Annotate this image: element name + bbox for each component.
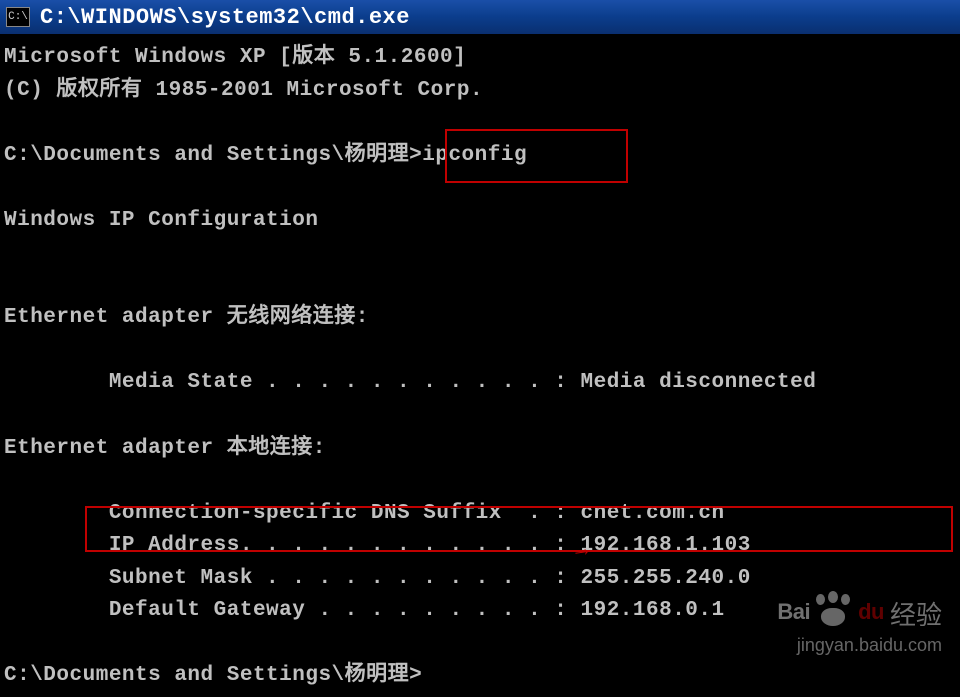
terminal-line: (C) 版权所有 1985-2001 Microsoft Corp. — [4, 75, 956, 108]
terminal-line — [4, 335, 956, 368]
terminal-line — [4, 237, 956, 270]
terminal-line — [4, 107, 956, 140]
terminal-line: C:\Documents and Settings\杨明理>ipconfig — [4, 140, 956, 173]
terminal-line — [4, 465, 956, 498]
cmd-icon: C:\ — [6, 7, 30, 27]
baidu-logo-text: Bai du — [777, 594, 884, 632]
window-titlebar[interactable]: C:\ C:\WINDOWS\system32\cmd.exe — [0, 0, 960, 34]
terminal-line: Ethernet adapter 本地连接: — [4, 433, 956, 466]
terminal-line: IP Address. . . . . . . . . . . . : 192.… — [4, 530, 956, 563]
terminal-line: Microsoft Windows XP [版本 5.1.2600] — [4, 42, 956, 75]
watermark-cn-text: 经验 — [890, 595, 942, 632]
terminal-line — [4, 172, 956, 205]
terminal-line: Ethernet adapter 无线网络连接: — [4, 302, 956, 335]
terminal-line: Connection-specific DNS Suffix . : cnet.… — [4, 498, 956, 531]
terminal-line: Subnet Mask . . . . . . . . . . . : 255.… — [4, 563, 956, 596]
watermark-logo: Bai du 经验 — [777, 594, 942, 632]
terminal-line — [4, 400, 956, 433]
window-title: C:\WINDOWS\system32\cmd.exe — [40, 5, 410, 30]
paw-icon — [812, 594, 856, 632]
terminal-line: Windows IP Configuration — [4, 205, 956, 238]
terminal-line — [4, 270, 956, 303]
watermark-url: jingyan.baidu.com — [797, 635, 942, 656]
terminal-line: C:\Documents and Settings\杨明理> — [4, 660, 956, 693]
terminal-line: Media State . . . . . . . . . . . : Medi… — [4, 367, 956, 400]
